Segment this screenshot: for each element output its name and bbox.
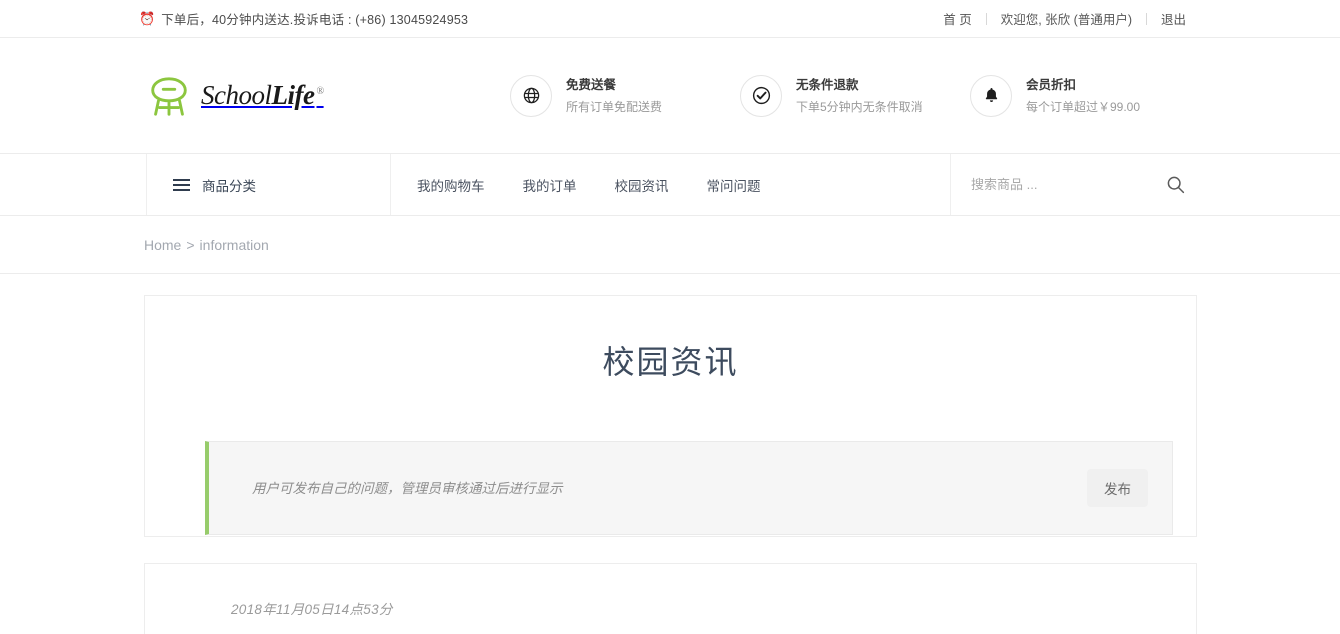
breadcrumb-separator: > — [186, 236, 195, 253]
top-utility-bar: ⏰ 下单后，40分钟内送达.投诉电话 : (+86) 13045924953 首… — [0, 0, 1340, 38]
registered-mark: ® — [316, 86, 324, 97]
breadcrumb-item-home[interactable]: Home — [144, 237, 181, 253]
post-composer: 发布 — [205, 441, 1173, 535]
welcome-user-label[interactable]: 欢迎您, 张欣 (普通用户) — [987, 9, 1146, 28]
feature-title: 无条件退款 — [796, 77, 859, 92]
nav-item-cart[interactable]: 我的购物车 — [417, 175, 485, 195]
delivery-notice-text: 下单后，40分钟内送达.投诉电话 : (+86) 13045924953 — [161, 13, 469, 27]
breadcrumb: Home > information — [144, 237, 269, 253]
product-category-label: 商品分类 — [202, 178, 256, 194]
main-navigation: 商品分类 我的购物车 我的订单 校园资讯 常问问题 — [0, 154, 1340, 216]
breadcrumb-item-current: information — [199, 236, 269, 253]
feature-title: 免费送餐 — [566, 77, 617, 92]
search-box — [950, 154, 1200, 215]
schoollife-logo-icon — [146, 73, 192, 119]
page-title: 校园资讯 — [602, 344, 739, 380]
feature-free-delivery: 免费送餐 所有订单免配送费 — [510, 74, 740, 117]
brand-wordmark: SchoolLife ® — [201, 80, 324, 111]
bell-icon — [970, 74, 1012, 117]
page-content: 校园资讯 发布 2018年11月05日14点53分 — [0, 274, 1340, 634]
logout-link[interactable]: 退出 — [1147, 9, 1200, 28]
breadcrumb-bar: Home > information — [0, 216, 1340, 274]
home-link[interactable]: 首 页 — [943, 9, 985, 28]
search-input[interactable] — [969, 176, 1159, 193]
feature-list: 免费送餐 所有订单免配送费 无条件退款 下单5分钟内无条件取消 会员折扣 每个订… — [510, 74, 1200, 117]
post-timestamp: 2018年11月05日14点53分 — [231, 602, 393, 617]
search-button[interactable] — [1159, 174, 1192, 195]
feature-subtitle: 所有订单免配送费 — [566, 99, 663, 114]
alarm-clock-icon: ⏰ — [139, 11, 156, 26]
product-category-button[interactable]: 商品分类 — [146, 154, 391, 215]
account-links: 首 页 欢迎您, 张欣 (普通用户) 退出 — [943, 9, 1200, 28]
nav-item-information[interactable]: 校园资讯 — [615, 175, 669, 195]
feature-member-discount: 会员折扣 每个订单超过￥99.00 — [970, 74, 1200, 117]
check-circle-icon — [740, 74, 782, 117]
search-icon — [1167, 176, 1185, 194]
globe-icon — [510, 74, 552, 117]
information-card: 校园资讯 发布 — [144, 295, 1197, 537]
brand-name-bold: Life — [271, 80, 315, 110]
hamburger-icon — [173, 178, 190, 191]
brand-name-light: School — [201, 80, 272, 110]
feature-unconditional-refund: 无条件退款 下单5分钟内无条件取消 — [740, 74, 970, 117]
nav-links: 我的购物车 我的订单 校园资讯 常问问题 — [391, 154, 761, 215]
brand-logo[interactable]: SchoolLife ® — [146, 73, 324, 119]
post-submit-cell: 发布 — [1077, 442, 1172, 534]
feature-title: 会员折扣 — [1026, 77, 1077, 92]
feature-subtitle: 下单5分钟内无条件取消 — [796, 99, 923, 114]
publish-button[interactable]: 发布 — [1087, 469, 1148, 507]
nav-item-faq[interactable]: 常问问题 — [707, 175, 761, 195]
delivery-notice: ⏰ 下单后，40分钟内送达.投诉电话 : (+86) 13045924953 — [139, 9, 468, 28]
feature-subtitle: 每个订单超过￥99.00 — [1026, 99, 1141, 114]
masthead: SchoolLife ® 免费送餐 所有订单免配送费 无条件退款 下单5分钟内无… — [0, 38, 1340, 154]
post-textarea[interactable] — [209, 442, 1077, 534]
nav-item-orders[interactable]: 我的订单 — [523, 175, 577, 195]
post-item: 2018年11月05日14点53分 — [144, 563, 1197, 634]
